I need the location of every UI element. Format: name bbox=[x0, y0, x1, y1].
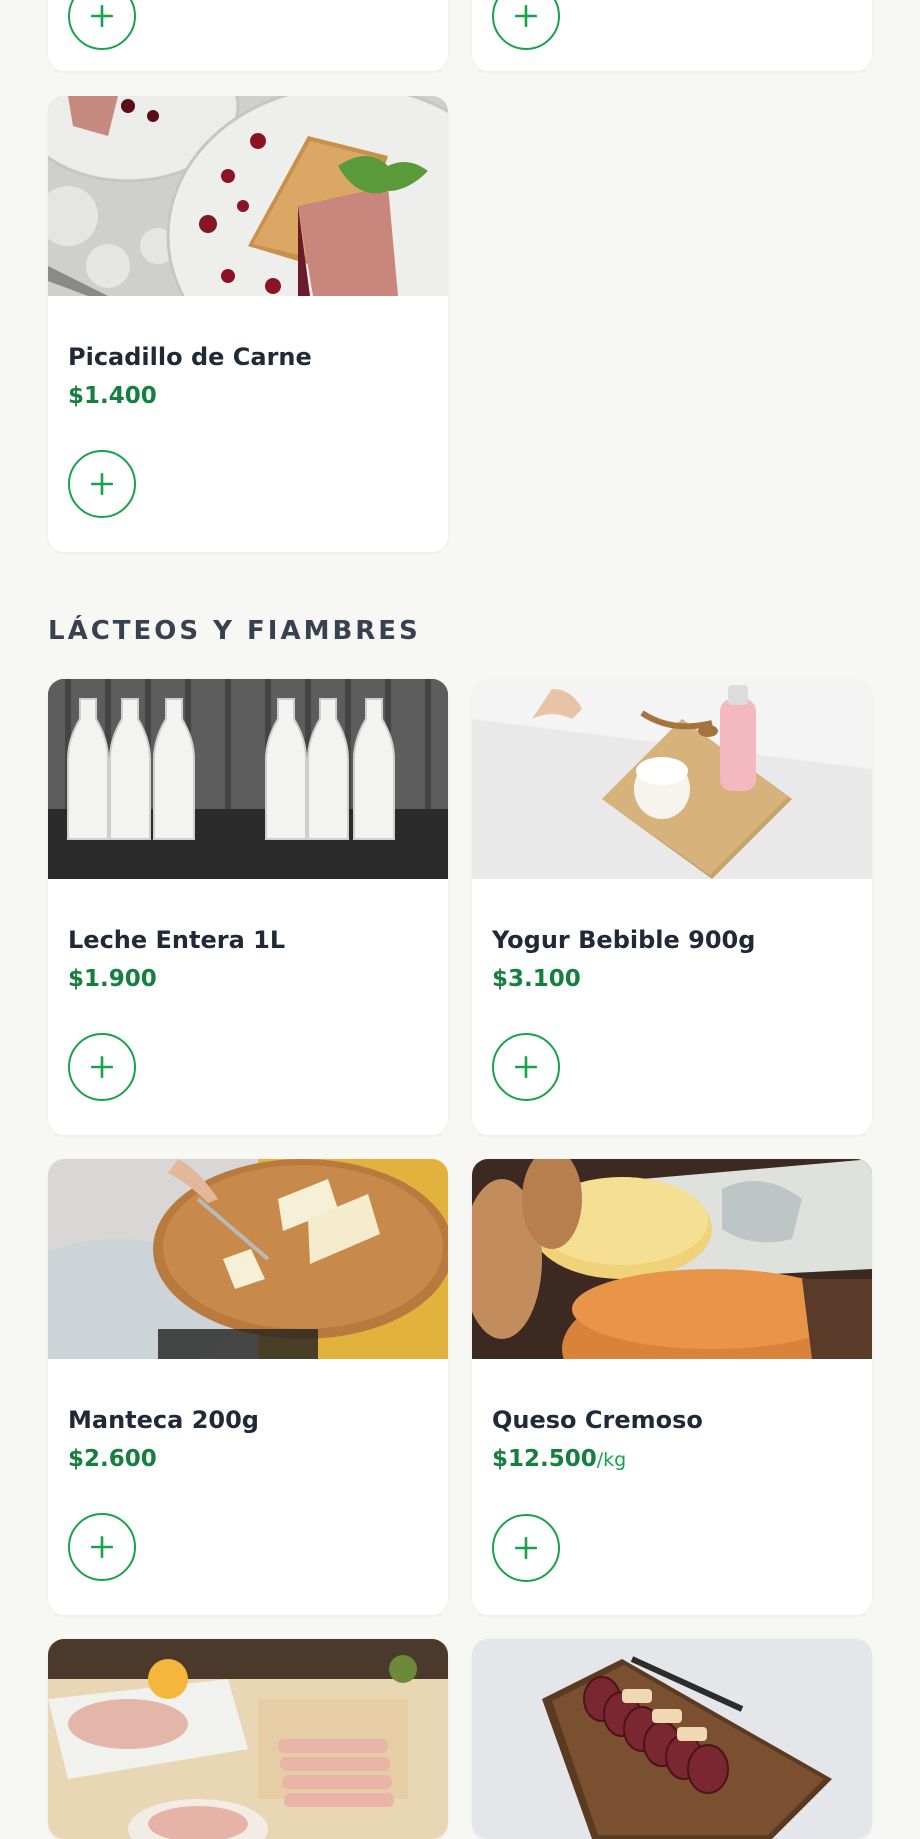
add-to-cart-button[interactable] bbox=[68, 1033, 136, 1101]
plus-icon bbox=[514, 4, 538, 28]
product-image[interactable] bbox=[48, 96, 448, 296]
plus-icon bbox=[514, 1055, 538, 1079]
product-price: $1.400 bbox=[68, 383, 157, 409]
yogurt-board-photo bbox=[472, 679, 872, 879]
product-image[interactable] bbox=[472, 1639, 872, 1839]
product-price: $3.100 bbox=[492, 966, 581, 992]
product-card bbox=[48, 0, 448, 71]
product-card: Picadillo de Carne $1.400 bbox=[48, 96, 448, 552]
product-card: Yogur Bebible 900g $3.100 bbox=[472, 679, 872, 1135]
add-to-cart-button[interactable] bbox=[492, 1514, 560, 1582]
plus-icon bbox=[90, 4, 114, 28]
section-title: LÁCTEOS Y FIAMBRES bbox=[48, 616, 421, 646]
product-price: $12.500/kg bbox=[492, 1445, 852, 1474]
plus-icon bbox=[90, 1535, 114, 1559]
add-to-cart-button[interactable] bbox=[492, 1033, 560, 1101]
price-unit: /kg bbox=[596, 1449, 627, 1471]
product-name[interactable]: Picadillo de Carne bbox=[68, 342, 428, 372]
add-to-cart-button[interactable] bbox=[68, 1513, 136, 1581]
product-price: $1.900 bbox=[68, 966, 157, 992]
salami-board-photo bbox=[472, 1639, 872, 1839]
butter-plate-photo bbox=[48, 1159, 448, 1359]
product-card bbox=[472, 0, 872, 71]
product-image[interactable] bbox=[472, 1159, 872, 1359]
product-card bbox=[48, 1639, 448, 1839]
product-image[interactable] bbox=[48, 1639, 448, 1839]
product-card bbox=[472, 1639, 872, 1839]
product-price: $2.600 bbox=[68, 1446, 157, 1472]
plus-icon bbox=[90, 472, 114, 496]
plus-icon bbox=[90, 1055, 114, 1079]
product-image[interactable] bbox=[472, 679, 872, 879]
price-value: $12.500 bbox=[492, 1446, 597, 1472]
product-card: Leche Entera 1L $1.900 bbox=[48, 679, 448, 1135]
add-to-cart-button[interactable] bbox=[68, 450, 136, 518]
product-name[interactable]: Queso Cremoso bbox=[492, 1405, 852, 1435]
cold-cuts-platter-photo bbox=[48, 1639, 448, 1839]
product-name[interactable]: Leche Entera 1L bbox=[68, 925, 428, 955]
product-name[interactable]: Manteca 200g bbox=[68, 1405, 428, 1435]
pate-plate-photo bbox=[48, 96, 448, 296]
product-image[interactable] bbox=[48, 1159, 448, 1359]
product-card: Manteca 200g $2.600 bbox=[48, 1159, 448, 1615]
milk-bottles-photo bbox=[48, 679, 448, 879]
product-name[interactable]: Yogur Bebible 900g bbox=[492, 925, 852, 955]
product-card: Queso Cremoso $12.500/kg bbox=[472, 1159, 872, 1615]
product-image[interactable] bbox=[48, 679, 448, 879]
cheese-board-photo bbox=[472, 1159, 872, 1359]
plus-icon bbox=[514, 1536, 538, 1560]
add-to-cart-button[interactable] bbox=[68, 0, 136, 50]
add-to-cart-button[interactable] bbox=[492, 0, 560, 50]
